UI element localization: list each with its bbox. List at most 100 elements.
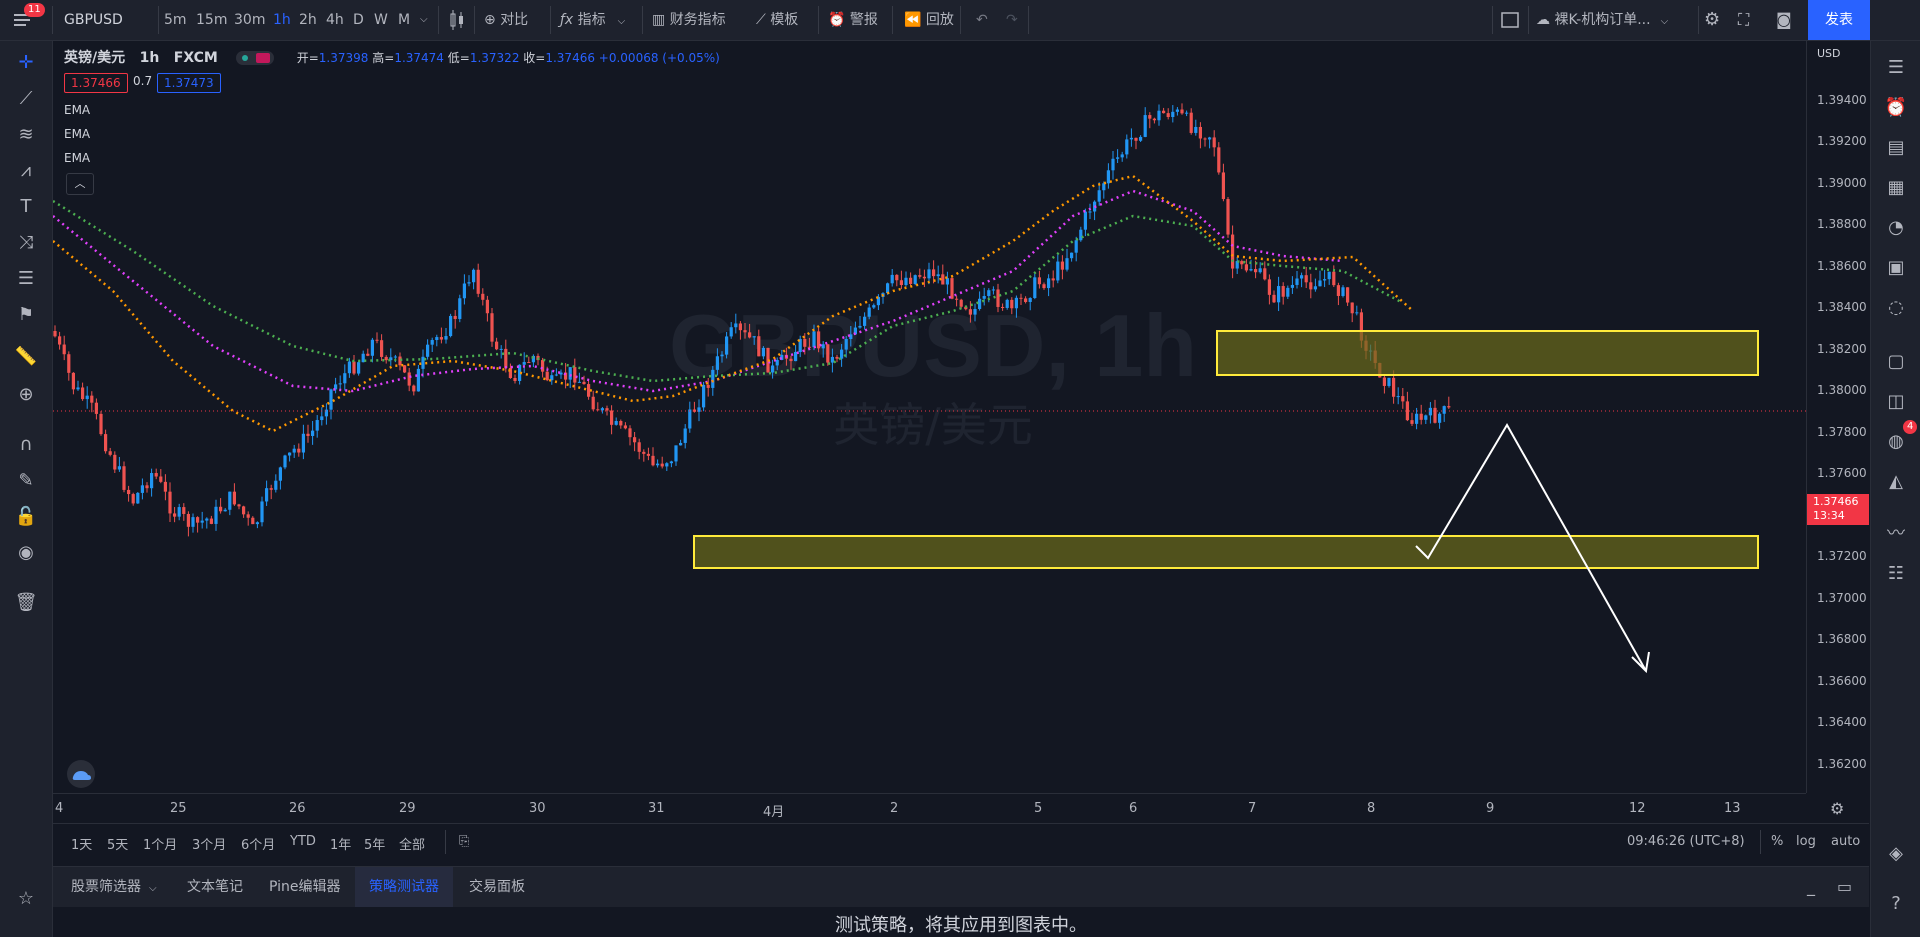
- ask-price-box[interactable]: 1.37473: [157, 73, 221, 93]
- trend-icon[interactable]: 〰: [1881, 519, 1911, 549]
- axis-settings-icon[interactable]: ⚙: [1830, 799, 1844, 818]
- range-3m[interactable]: 3个月: [192, 834, 226, 853]
- chat-icon[interactable]: ▢: [1881, 347, 1911, 377]
- watchlist-icon[interactable]: ☰: [1881, 53, 1911, 83]
- candle-body: [1060, 261, 1064, 270]
- path-icon[interactable]: ⤨: [12, 229, 40, 257]
- price-chart[interactable]: GBPUSD, 1h 英镑/美元: [53, 41, 1806, 793]
- alerts-button[interactable]: ⏰ 警报: [828, 0, 878, 40]
- ideas-icon[interactable]: ◌: [1881, 293, 1911, 323]
- candle-style-icon[interactable]: [448, 0, 466, 40]
- support-zone[interactable]: [693, 535, 1759, 569]
- candle-body: [688, 409, 692, 429]
- candle-body: [453, 315, 457, 319]
- resistance-zone[interactable]: [1216, 330, 1759, 376]
- candle-body: [950, 278, 954, 299]
- bid-price-box[interactable]: 1.37466: [64, 73, 128, 93]
- hotlists-icon[interactable]: ◔: [1881, 213, 1911, 243]
- indicator-ema-1[interactable]: EMA: [64, 103, 90, 117]
- range-ytd[interactable]: YTD: [290, 834, 316, 849]
- tab-pine-editor[interactable]: Pine编辑器: [255, 867, 355, 907]
- auto-toggle[interactable]: auto: [1831, 834, 1860, 849]
- notifications-icon[interactable]: ◭: [1881, 467, 1911, 497]
- calendar-icon[interactable]: ▣: [1881, 253, 1911, 283]
- indicators-button[interactable]: ƒx 指标 ⌵: [560, 0, 625, 40]
- indicator-ema-2[interactable]: EMA: [64, 127, 90, 141]
- indicator-ema-3[interactable]: EMA: [64, 151, 90, 165]
- templates-button[interactable]: ⟋ 模板: [756, 0, 798, 40]
- interval-30m[interactable]: 30m: [234, 0, 265, 40]
- strategy-tester-panel: 测试策略，将其应用到图表中。: [53, 907, 1869, 937]
- interval-d[interactable]: D: [353, 0, 364, 40]
- pencil-lock-icon[interactable]: ✎: [12, 467, 40, 495]
- lock-icon[interactable]: 🔓: [12, 503, 40, 531]
- redo-icon[interactable]: ↷: [1006, 0, 1018, 40]
- trash-icon[interactable]: 🗑: [12, 589, 40, 617]
- candle-body: [1024, 298, 1028, 302]
- clock-timezone[interactable]: 09:46:26 (UTC+8): [1627, 834, 1745, 849]
- publish-button[interactable]: 发表: [1808, 0, 1870, 40]
- range-1y[interactable]: 1年: [330, 834, 351, 853]
- zoom-in-icon[interactable]: ⊕: [12, 381, 40, 409]
- data-window-icon[interactable]: ▦: [1881, 173, 1911, 203]
- compare-button[interactable]: ⊕ 对比: [484, 0, 528, 40]
- crosshair-icon[interactable]: ✛: [12, 49, 40, 77]
- price-axis[interactable]: USD 1.39400 1.39200 1.39000 1.38800 1.38…: [1806, 41, 1869, 793]
- interval-1h[interactable]: 1h: [273, 0, 291, 40]
- financials-button[interactable]: ▥ 财务指标: [652, 0, 726, 40]
- interval-4h[interactable]: 4h: [326, 0, 344, 40]
- fib-icon[interactable]: ≋: [12, 121, 40, 149]
- percent-toggle[interactable]: %: [1771, 834, 1783, 849]
- range-1d[interactable]: 1天: [71, 834, 92, 853]
- camera-icon[interactable]: ◙: [1776, 0, 1792, 40]
- candle-body: [725, 336, 729, 355]
- interval-m[interactable]: M: [398, 0, 410, 40]
- interval-5m[interactable]: 5m: [164, 0, 187, 40]
- goto-date-icon[interactable]: ⎘: [459, 834, 469, 849]
- news-icon[interactable]: ▤: [1881, 133, 1911, 163]
- ruler-icon[interactable]: 📏: [12, 343, 40, 371]
- pattern-icon[interactable]: ⩘: [12, 157, 40, 185]
- trend-line-icon[interactable]: ⟋: [12, 85, 40, 113]
- layout-name[interactable]: ☁ 裸K-机构订单... ⌵: [1536, 0, 1668, 40]
- market-status-toggle[interactable]: [236, 51, 275, 65]
- prediction-icon[interactable]: ☰: [12, 265, 40, 293]
- help-icon[interactable]: ?: [1881, 889, 1911, 919]
- fullscreen-icon[interactable]: ⛶: [1738, 0, 1749, 40]
- alarm-clock-icon[interactable]: ⏰: [1881, 93, 1911, 123]
- icons-icon[interactable]: ⚑: [12, 301, 40, 329]
- interval-15m[interactable]: 15m: [196, 0, 227, 40]
- layout-select-icon[interactable]: [1500, 0, 1520, 40]
- tab-text-notes[interactable]: 文本笔记: [173, 867, 257, 907]
- candle-body: [292, 448, 296, 453]
- maximize-panel-icon[interactable]: ▭: [1823, 867, 1866, 907]
- text-icon[interactable]: T: [12, 193, 40, 221]
- range-1m[interactable]: 1个月: [143, 834, 177, 853]
- interval-2h[interactable]: 2h: [299, 0, 317, 40]
- range-5d[interactable]: 5天: [107, 834, 128, 853]
- gear-icon[interactable]: ⚙: [1704, 0, 1720, 40]
- interval-w[interactable]: W: [374, 0, 388, 40]
- object-tree-icon[interactable]: ☷: [1881, 559, 1911, 589]
- messages-icon[interactable]: ◫: [1881, 387, 1911, 417]
- tab-strategy-tester[interactable]: 策略测试器: [355, 867, 453, 907]
- replay-button[interactable]: ⏪ 回放: [904, 0, 954, 40]
- symbol-search[interactable]: GBPUSD: [64, 0, 123, 40]
- legend-title[interactable]: 英镑/美元: [64, 50, 125, 66]
- eye-icon[interactable]: ◉: [12, 539, 40, 567]
- tab-trading-panel[interactable]: 交易面板: [455, 867, 539, 907]
- layers-icon[interactable]: ◈: [1881, 839, 1911, 869]
- collapse-legend-button[interactable]: ︿: [66, 173, 94, 195]
- support-icon[interactable]: ◍: [1881, 427, 1911, 457]
- candle-body: [573, 367, 577, 383]
- log-toggle[interactable]: log: [1796, 834, 1816, 849]
- range-all[interactable]: 全部: [399, 834, 425, 853]
- star-icon[interactable]: ☆: [12, 885, 40, 913]
- tab-stock-screener[interactable]: 股票筛选器 ⌵: [57, 867, 171, 907]
- range-5y[interactable]: 5年: [364, 834, 385, 853]
- magnet-icon[interactable]: ∩: [12, 431, 40, 459]
- range-6m[interactable]: 6个月: [241, 834, 275, 853]
- time-axis[interactable]: 4 25 26 29 30 31 4月 2 5 6 7 8 9 12 13: [53, 793, 1806, 823]
- chevron-down-icon[interactable]: ⌵: [420, 0, 428, 40]
- undo-icon[interactable]: ↶: [976, 0, 988, 40]
